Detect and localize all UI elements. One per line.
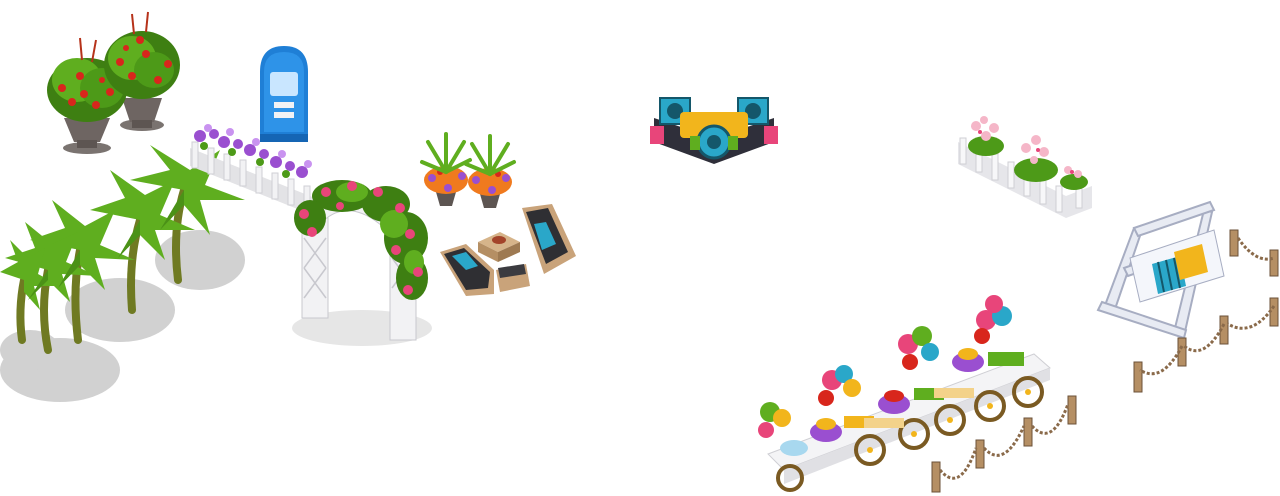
party-buffet-cart[interactable]	[754, 294, 1084, 494]
rope-chain-fence[interactable]	[1128, 228, 1280, 398]
pink-flower-fence-icon	[958, 116, 1092, 218]
dj-speaker-booth-icon	[650, 97, 778, 164]
red-berry-urn-planter-icon	[47, 11, 180, 154]
side-table-icon	[478, 232, 520, 262]
chain-post-fence-icon	[1133, 229, 1279, 393]
buffet-cart-with-balloons-icon	[758, 295, 1077, 493]
dj-booth[interactable]	[644, 94, 784, 166]
side-table[interactable]	[476, 228, 522, 264]
pink-flower-fence[interactable]	[956, 112, 1094, 222]
potted-red-flowers[interactable]	[22, 10, 180, 154]
